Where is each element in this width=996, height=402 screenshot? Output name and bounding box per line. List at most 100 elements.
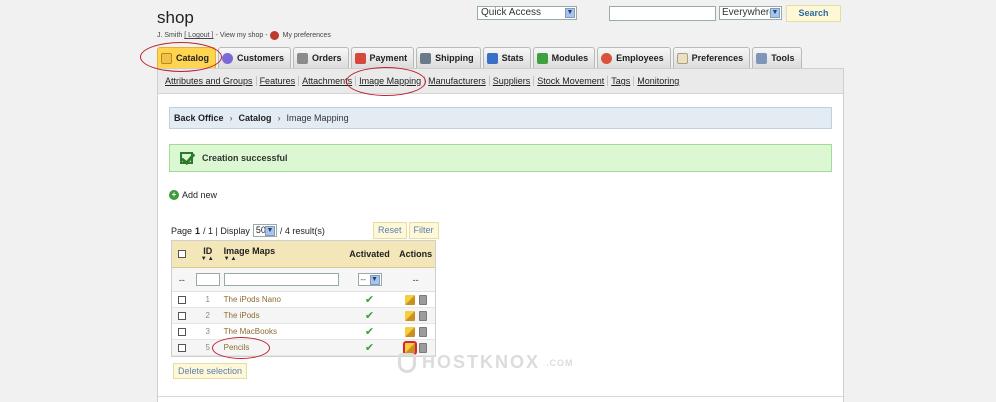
tab-label: Orders bbox=[312, 53, 342, 63]
main-tabs: Catalog Customers Orders Payment Shippin… bbox=[157, 47, 802, 68]
check-icon[interactable]: ✔ bbox=[365, 325, 374, 338]
edit-icon[interactable] bbox=[402, 340, 417, 355]
tab-shipping[interactable]: Shipping bbox=[416, 47, 481, 68]
tab-preferences[interactable]: Preferences bbox=[672, 47, 751, 68]
person-icon bbox=[269, 31, 279, 40]
check-icon[interactable]: ✔ bbox=[365, 341, 374, 354]
filter-row: -- -- ▼ -- bbox=[172, 268, 435, 292]
activated-filter-select[interactable]: -- ▼ bbox=[357, 273, 382, 286]
table-row[interactable]: 3 The MacBooks ✔ bbox=[172, 324, 435, 340]
sort-arrows-icon[interactable]: ▼▲ bbox=[224, 256, 343, 262]
id-filter-input[interactable] bbox=[195, 273, 220, 286]
person-icon bbox=[222, 52, 234, 64]
edit-icon[interactable] bbox=[404, 326, 415, 337]
trash-icon[interactable] bbox=[418, 294, 427, 305]
row-checkbox[interactable] bbox=[177, 327, 186, 336]
subnav-suppliers[interactable]: Suppliers bbox=[490, 76, 535, 86]
actions-filter-dash: -- bbox=[412, 274, 419, 285]
payment-icon bbox=[354, 52, 366, 64]
add-new-link[interactable]: + Add new bbox=[169, 190, 217, 200]
trash-icon[interactable] bbox=[418, 342, 427, 353]
row-checkbox[interactable] bbox=[177, 311, 186, 320]
search-scope-value: Everywhere bbox=[722, 7, 775, 18]
trash-icon[interactable] bbox=[418, 326, 427, 337]
col-actions: Actions bbox=[399, 249, 433, 259]
chevron-right-icon: › bbox=[277, 113, 281, 123]
chevron-down-icon: ▼ bbox=[565, 8, 575, 18]
per-page-select[interactable]: 50 ▼ bbox=[252, 224, 277, 237]
row-checkbox[interactable] bbox=[177, 295, 186, 304]
row-id: 5 bbox=[205, 343, 210, 352]
image-maps-table: ID ▼▲ Image Maps ▼▲ Activated Actions --… bbox=[171, 240, 436, 357]
chart-icon bbox=[486, 52, 498, 64]
delete-selection-button[interactable]: Delete selection bbox=[173, 363, 248, 379]
employee-icon bbox=[601, 52, 613, 64]
row-name[interactable]: The MacBooks bbox=[224, 327, 343, 336]
table-row[interactable]: 1 The iPods Nano ✔ bbox=[172, 292, 435, 308]
table-row[interactable]: 5 Pencils ✔ bbox=[172, 340, 435, 356]
tab-label: Modules bbox=[551, 53, 589, 63]
row-checkbox[interactable] bbox=[177, 343, 186, 352]
name-filter-input[interactable] bbox=[223, 273, 339, 286]
row-id: 1 bbox=[205, 295, 210, 304]
search-input[interactable] bbox=[609, 6, 716, 21]
breadcrumb-section[interactable]: Catalog bbox=[239, 113, 272, 123]
divider bbox=[158, 396, 843, 397]
col-name: Image Maps ▼▲ bbox=[224, 246, 343, 262]
row-name[interactable]: The iPods bbox=[224, 311, 343, 320]
sort-arrows-icon[interactable]: ▼▲ bbox=[192, 256, 224, 262]
reset-button[interactable]: Reset bbox=[373, 222, 407, 239]
subnav-stock-movement[interactable]: Stock Movement bbox=[534, 76, 609, 86]
check-icon[interactable]: ✔ bbox=[365, 293, 374, 306]
cart-icon bbox=[297, 52, 309, 64]
row-id: 2 bbox=[205, 311, 210, 320]
edit-icon[interactable] bbox=[404, 294, 415, 305]
separator: - bbox=[265, 32, 268, 39]
subnav-tags[interactable]: Tags bbox=[608, 76, 635, 86]
row-name[interactable]: Pencils bbox=[224, 343, 343, 352]
success-text: Creation successful bbox=[202, 153, 288, 163]
filter-button[interactable]: Filter bbox=[408, 222, 439, 239]
tab-tools[interactable]: Tools bbox=[752, 47, 802, 68]
chevron-down-icon: ▼ bbox=[264, 226, 275, 236]
tab-label: Shipping bbox=[435, 53, 474, 63]
col-activated: Activated bbox=[349, 249, 390, 259]
tab-payment[interactable]: Payment bbox=[350, 47, 415, 68]
tab-stats[interactable]: Stats bbox=[482, 47, 531, 68]
tab-employees[interactable]: Employees bbox=[597, 47, 671, 68]
chevron-right-icon: › bbox=[229, 113, 233, 123]
watermark-suffix: .COM bbox=[546, 357, 574, 368]
tab-customers[interactable]: Customers bbox=[218, 47, 292, 68]
search-scope-select[interactable]: Everywhere ▼ bbox=[719, 6, 782, 20]
puzzle-icon bbox=[536, 52, 548, 64]
row-name[interactable]: The iPods Nano bbox=[224, 295, 343, 304]
tab-orders[interactable]: Orders bbox=[293, 47, 349, 68]
my-preferences-link[interactable]: My preferences bbox=[283, 32, 331, 39]
folder-icon bbox=[161, 52, 172, 64]
breadcrumb-root[interactable]: Back Office bbox=[174, 113, 224, 123]
tab-catalog[interactable]: Catalog bbox=[157, 47, 217, 68]
tab-label: Payment bbox=[369, 53, 408, 63]
logout-link[interactable]: [ Logout ] bbox=[184, 32, 213, 39]
tab-modules[interactable]: Modules bbox=[532, 47, 596, 68]
check-icon[interactable]: ✔ bbox=[365, 309, 374, 322]
trash-icon[interactable] bbox=[418, 310, 427, 321]
subnav-features[interactable]: Features bbox=[257, 76, 300, 86]
edit-icon[interactable] bbox=[404, 310, 415, 321]
search-button[interactable]: Search bbox=[786, 5, 841, 22]
breadcrumb-current: Image Mapping bbox=[286, 113, 349, 123]
view-shop-link[interactable]: View my shop bbox=[220, 32, 263, 39]
subnav-monitoring[interactable]: Monitoring bbox=[634, 76, 682, 86]
subnav-attributes[interactable]: Attributes and Groups bbox=[162, 76, 257, 86]
select-all-checkbox[interactable] bbox=[177, 250, 186, 258]
wrench-icon bbox=[756, 52, 768, 64]
page-total: / 1 | Display bbox=[203, 225, 250, 236]
filter-dash: -- bbox=[178, 274, 185, 285]
user-name: J. Smith bbox=[157, 32, 183, 39]
subnav-manufacturers[interactable]: Manufacturers bbox=[425, 76, 490, 86]
subnav-image-mapping[interactable]: Image Mapping bbox=[356, 76, 426, 86]
quick-access-select[interactable]: Quick Access ▼ bbox=[477, 6, 577, 20]
table-row[interactable]: 2 The iPods ✔ bbox=[172, 308, 435, 324]
check-icon bbox=[180, 152, 193, 164]
subnav-attachments[interactable]: Attachments bbox=[299, 76, 357, 86]
